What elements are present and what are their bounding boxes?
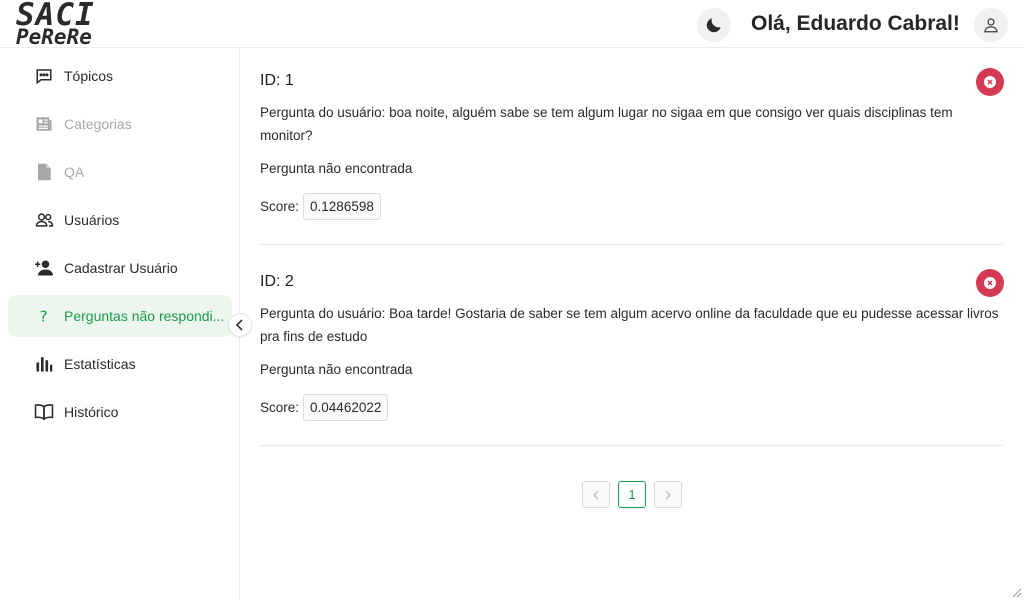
question-card: ID: 1 Pergunta do usuário: boa noite, al…: [260, 72, 1003, 245]
user-menu-button[interactable]: [974, 8, 1008, 42]
score-row: Score: 0.04462022: [260, 394, 389, 421]
score-label: Score:: [260, 400, 300, 415]
next-page-button[interactable]: [654, 481, 682, 508]
resize-grip-icon[interactable]: [1010, 586, 1022, 598]
user-greeting: Olá, Eduardo Cabral!: [751, 12, 960, 35]
theme-toggle-button[interactable]: [697, 8, 731, 42]
chevron-left-icon: [593, 490, 599, 499]
sidebar-item-label: QA: [64, 164, 85, 180]
close-circle-icon: [984, 277, 996, 289]
score-row: Score: 0.1286598: [260, 193, 381, 220]
sidebar-item-categorias[interactable]: Categorias: [8, 103, 232, 145]
delete-question-button[interactable]: [976, 68, 1004, 96]
question-text: Pergunta do usuário: boa noite, alguém s…: [260, 105, 953, 143]
chat-icon: [34, 66, 54, 86]
user-add-icon: [34, 258, 54, 278]
sidebar-item-qa[interactable]: QA: [8, 151, 232, 193]
answer-text: Pergunta não encontrada: [260, 161, 413, 176]
sidebar-item-label: Usuários: [64, 212, 120, 228]
sidebar-item-label: Histórico: [64, 404, 119, 420]
sidebar: Tópicos Categorias QA Usuários Cadastrar…: [0, 48, 240, 600]
sidebar-item-historico[interactable]: Histórico: [8, 391, 232, 433]
score-value: 0.04462022: [303, 394, 389, 421]
previous-page-button[interactable]: [582, 481, 610, 508]
delete-question-button[interactable]: [976, 269, 1004, 297]
file-icon: [34, 162, 54, 182]
bar-chart-icon: [34, 354, 54, 374]
sidebar-item-label: Tópicos: [64, 68, 114, 84]
sidebar-item-label: Estatísticas: [64, 356, 136, 372]
sidebar-item-perguntas-nao-respondidas[interactable]: ? Perguntas não respondi...: [8, 295, 232, 337]
user-icon: [984, 18, 998, 33]
logo-line2: PeReRe: [16, 25, 92, 49]
moon-icon: [706, 18, 721, 33]
sidebar-item-label: Categorias: [64, 116, 132, 132]
users-icon: [34, 210, 54, 230]
score-value: 0.1286598: [303, 193, 381, 220]
app-header: SACI PeReRe Olá, Eduardo Cabral!: [0, 0, 1024, 48]
sidebar-item-cadastrar-usuario[interactable]: Cadastrar Usuário: [8, 247, 232, 289]
saci-perere-logo[interactable]: SACI PeReRe: [16, 0, 95, 48]
sidebar-item-label: Perguntas não respondi...: [64, 308, 225, 324]
newspaper-icon: [34, 114, 54, 134]
sidebar-item-label: Cadastrar Usuário: [64, 260, 178, 276]
question-icon: ?: [34, 306, 54, 326]
main-content: ID: 1 Pergunta do usuário: boa noite, al…: [240, 48, 1024, 600]
question-id: ID: 2: [260, 273, 294, 290]
close-circle-icon: [984, 76, 996, 88]
question-card: ID: 2 Pergunta do usuário: Boa tarde! Go…: [260, 273, 1003, 446]
sidebar-item-topicos[interactable]: Tópicos: [8, 55, 232, 97]
answer-text: Pergunta não encontrada: [260, 362, 413, 377]
question-id: ID: 1: [260, 72, 294, 89]
question-text: Pergunta do usuário: Boa tarde! Gostaria…: [260, 306, 999, 344]
chevron-right-icon: [665, 490, 671, 499]
score-label: Score:: [260, 199, 300, 214]
sidebar-item-usuarios[interactable]: Usuários: [8, 199, 232, 241]
sidebar-item-estatisticas[interactable]: Estatísticas: [8, 343, 232, 385]
page-button-current[interactable]: 1: [618, 481, 646, 508]
svg-text:?: ?: [40, 307, 48, 325]
pagination: 1: [582, 481, 682, 508]
book-icon: [34, 402, 54, 422]
